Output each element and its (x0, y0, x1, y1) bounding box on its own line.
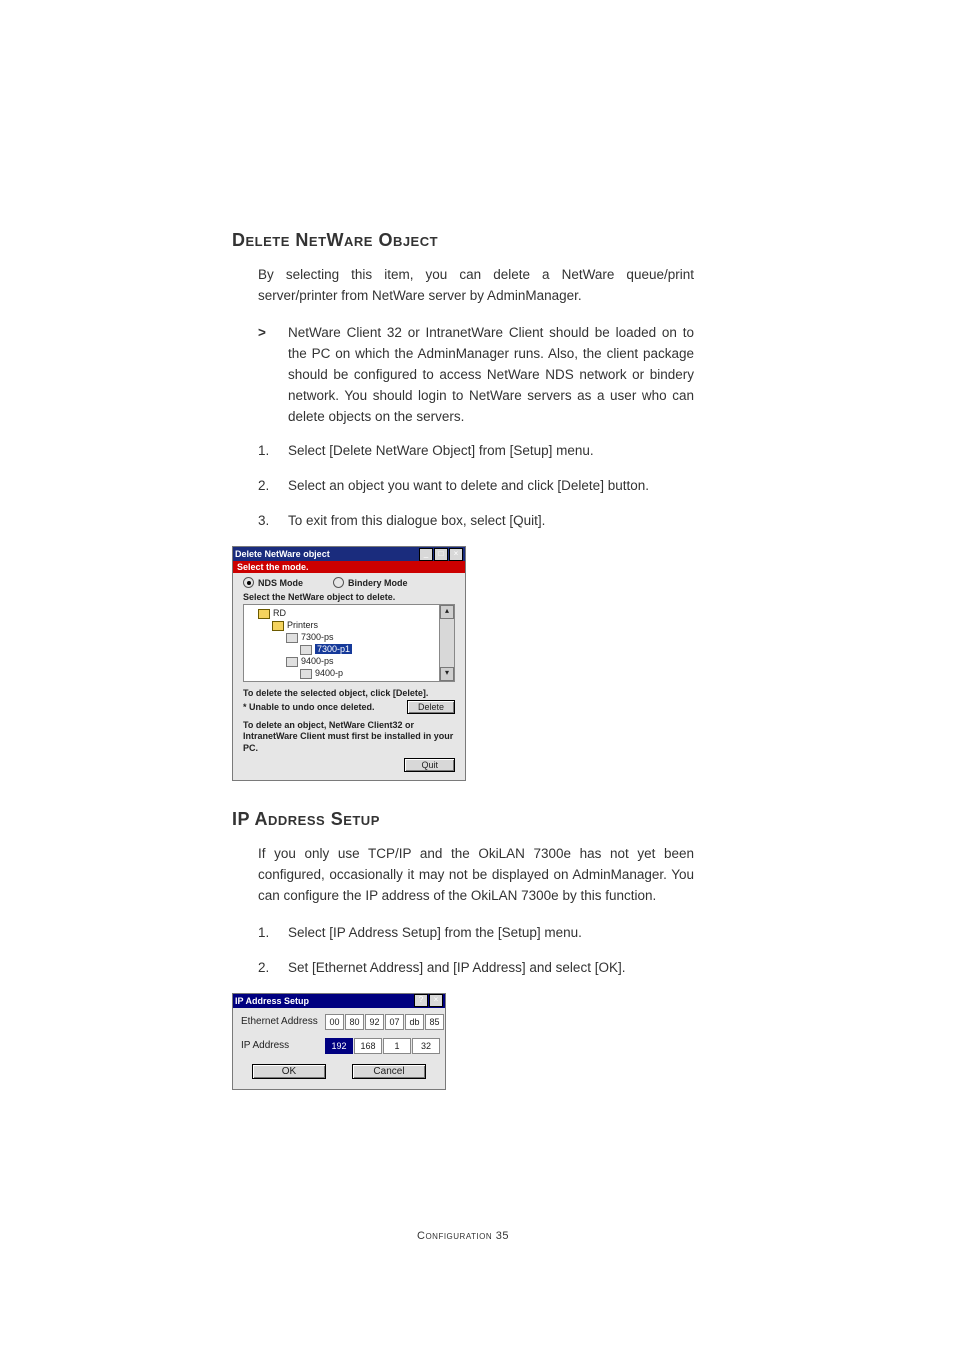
nds-mode-radio[interactable]: NDS Mode (243, 577, 303, 588)
intro-delete: By selecting this item, you can delete a… (258, 265, 694, 307)
select-object-label: Select the NetWare object to delete. (233, 592, 465, 604)
ip-label: IP Address (241, 1040, 325, 1051)
printer-icon (300, 681, 312, 682)
delete-button[interactable]: Delete (407, 700, 455, 714)
eth-cell-4[interactable]: db (405, 1014, 424, 1030)
bindery-mode-label: Bindery Mode (348, 578, 408, 588)
note-marker: > (258, 323, 288, 428)
step-2: 2. Select an object you want to delete a… (258, 476, 694, 497)
ip-step-2-num: 2. (258, 958, 288, 979)
ip-cell-3[interactable]: 32 (412, 1038, 440, 1054)
ethernet-label: Ethernet Address (241, 1016, 325, 1027)
radio-selected-icon (243, 577, 254, 588)
help-icon[interactable]: ? (414, 994, 428, 1007)
step-3-text: To exit from this dialogue box, select [… (288, 511, 694, 532)
step-1-text: Select [Delete NetWare Object] from [Set… (288, 441, 694, 462)
tree-item-1[interactable]: 7300-p1 (315, 644, 352, 654)
delete-hint3: To delete an object, NetWare Client32 or… (233, 718, 465, 756)
step-3-num: 3. (258, 511, 288, 532)
ip-setup-dialog: IP Address Setup ? × Ethernet Address 00… (232, 993, 694, 1090)
maximize-icon[interactable]: □ (434, 548, 448, 561)
dialog2-titlebar: IP Address Setup ? × (233, 994, 445, 1008)
ip-cell-0[interactable]: 192 (325, 1038, 353, 1054)
tree-item-2[interactable]: 9400-ps (301, 656, 334, 666)
close-icon[interactable]: × (449, 548, 463, 561)
step-2-text: Select an object you want to delete and … (288, 476, 694, 497)
delete-netware-dialog: Delete NetWare object _ □ × Select the m… (232, 546, 694, 781)
eth-cell-2[interactable]: 92 (365, 1014, 384, 1030)
window-buttons-2: ? × (414, 994, 443, 1007)
tree-item-4[interactable]: 7300-q1 (315, 680, 348, 682)
ip-cells[interactable]: 192 168 1 32 (325, 1038, 440, 1054)
tree-item-0[interactable]: 7300-ps (301, 632, 334, 642)
tree-root: RD (273, 608, 286, 618)
nds-mode-label: NDS Mode (258, 578, 303, 588)
ok-button[interactable]: OK (252, 1064, 326, 1079)
note-text: NetWare Client 32 or IntranetWare Client… (288, 323, 694, 428)
printer-icon (300, 669, 312, 679)
note-row: > NetWare Client 32 or IntranetWare Clie… (258, 323, 694, 428)
printer-icon (300, 645, 312, 655)
delete-hint1: To delete the selected object, click [De… (233, 686, 465, 700)
dialog2-title: IP Address Setup (235, 996, 414, 1006)
ip-step-1-text: Select [IP Address Setup] from the [Setu… (288, 923, 694, 944)
cancel-button[interactable]: Cancel (352, 1064, 426, 1079)
ethernet-cells[interactable]: 00 80 92 07 db 85 (325, 1014, 444, 1030)
tree-printers: Printers (287, 620, 318, 630)
radio-unselected-icon (333, 577, 344, 588)
heading-ip-setup: IP Address Setup (232, 809, 694, 830)
printer-icon (286, 633, 298, 643)
tree-item-3[interactable]: 9400-p (315, 668, 343, 678)
dialog1-title: Delete NetWare object (235, 549, 419, 559)
quit-button[interactable]: Quit (404, 758, 455, 772)
ip-step-1-num: 1. (258, 923, 288, 944)
window-buttons: _ □ × (419, 548, 463, 561)
ip-step-2-text: Set [Ethernet Address] and [IP Address] … (288, 958, 694, 979)
delete-hint2: * Unable to undo once deleted. (243, 702, 407, 712)
close-icon[interactable]: × (429, 994, 443, 1007)
scroll-down-icon[interactable]: ▾ (440, 667, 454, 681)
printer-icon (286, 657, 298, 667)
ip-cell-1[interactable]: 168 (354, 1038, 382, 1054)
eth-cell-5[interactable]: 85 (425, 1014, 444, 1030)
page-footer: Configuration 35 (232, 1230, 694, 1242)
step-3: 3. To exit from this dialogue box, selec… (258, 511, 694, 532)
heading-delete-netware: Delete NetWare Object (232, 230, 694, 251)
minimize-icon[interactable]: _ (419, 548, 433, 561)
step-1-num: 1. (258, 441, 288, 462)
object-tree[interactable]: RD Printers 7300-ps 7300-p1 9400-ps 9400… (243, 604, 455, 682)
folder-icon (272, 621, 284, 631)
ip-step-1: 1. Select [IP Address Setup] from the [S… (258, 923, 694, 944)
dialog1-titlebar: Delete NetWare object _ □ × (233, 547, 465, 561)
eth-cell-3[interactable]: 07 (385, 1014, 404, 1030)
ip-cell-2[interactable]: 1 (383, 1038, 411, 1054)
folder-icon (258, 609, 270, 619)
ip-step-2: 2. Set [Ethernet Address] and [IP Addres… (258, 958, 694, 979)
scroll-up-icon[interactable]: ▴ (440, 605, 454, 619)
bindery-mode-radio[interactable]: Bindery Mode (333, 577, 408, 588)
eth-cell-0[interactable]: 00 (325, 1014, 344, 1030)
step-1: 1. Select [Delete NetWare Object] from [… (258, 441, 694, 462)
step-2-num: 2. (258, 476, 288, 497)
tree-scrollbar[interactable]: ▴ ▾ (439, 605, 454, 681)
eth-cell-1[interactable]: 80 (345, 1014, 364, 1030)
intro-ip: If you only use TCP/IP and the OkiLAN 73… (258, 844, 694, 907)
select-mode-bar: Select the mode. (233, 561, 465, 573)
